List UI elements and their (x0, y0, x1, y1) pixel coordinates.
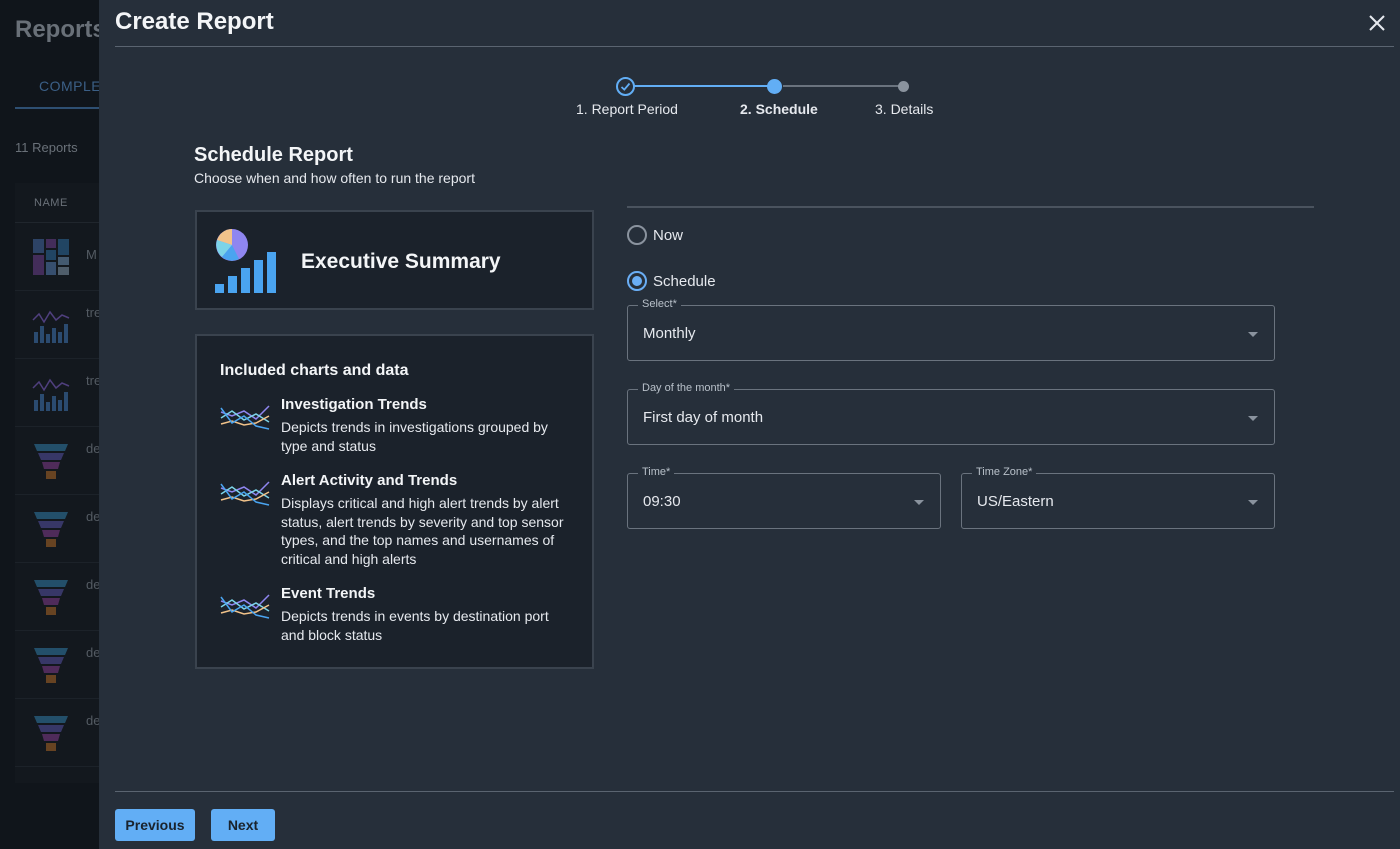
time-zone-select[interactable]: Time Zone* US/Eastern (961, 466, 1275, 529)
included-item-title: Alert Activity and Trends (281, 472, 458, 489)
time-label: Time* (638, 466, 675, 478)
included-charts-card: Included charts and data Investigation T… (195, 334, 594, 669)
frequency-select-label: Select* (638, 298, 681, 310)
form-divider (627, 206, 1314, 208)
modal-title: Create Report (115, 8, 274, 35)
time-zone-value: US/Eastern (977, 493, 1054, 510)
chevron-down-icon (914, 500, 924, 505)
day-of-month-select[interactable]: Day of the month* First day of month (627, 382, 1275, 445)
radio-now[interactable]: Now (627, 224, 683, 246)
step-label-report-period[interactable]: 1. Report Period (576, 101, 678, 117)
section-title: Schedule Report (194, 144, 353, 166)
step-connector-pending (783, 85, 904, 87)
included-item-title: Event Trends (281, 585, 376, 602)
next-button[interactable]: Next (211, 809, 275, 841)
included-item-description: Depicts trends in events by destination … (281, 608, 549, 643)
line-trend-icon (220, 481, 270, 506)
step-label-details[interactable]: 3. Details (875, 101, 933, 117)
step-2-active-dot[interactable] (767, 79, 782, 94)
radio-schedule-control[interactable] (627, 271, 647, 291)
executive-summary-icon (215, 229, 276, 293)
day-of-month-label: Day of the month* (638, 382, 735, 394)
time-value: 09:30 (643, 493, 681, 510)
step-1-check-icon[interactable] (616, 77, 635, 96)
chevron-down-icon (1248, 500, 1258, 505)
chevron-down-icon (1248, 416, 1258, 421)
included-item-description: Depicts trends in investigations grouped… (281, 419, 548, 454)
included-item-description: Displays critical and high alert trends … (281, 495, 564, 567)
radio-now-control[interactable] (627, 225, 647, 245)
day-of-month-value: First day of month (643, 409, 764, 426)
line-trend-icon (220, 405, 270, 430)
footer-divider (115, 791, 1394, 792)
create-report-modal: Create Report 1. Report Period 2. Schedu… (99, 0, 1400, 849)
report-type-title: Executive Summary (301, 250, 501, 273)
included-item-title: Investigation Trends (281, 396, 427, 413)
radio-now-label: Now (653, 226, 684, 244)
time-select[interactable]: Time* 09:30 (627, 466, 941, 529)
frequency-select-value: Monthly (643, 325, 696, 342)
radio-schedule-label: Schedule (653, 272, 716, 290)
section-subtitle: Choose when and how often to run the rep… (194, 170, 475, 186)
time-zone-label: Time Zone* (972, 466, 1037, 478)
step-connector-done (634, 85, 775, 87)
report-type-card: Executive Summary (195, 210, 594, 310)
chevron-down-icon (1248, 332, 1258, 337)
previous-button[interactable]: Previous (115, 809, 195, 841)
included-heading: Included charts and data (220, 362, 409, 379)
close-icon (1369, 15, 1385, 31)
step-3-dot[interactable] (898, 81, 909, 92)
header-divider (115, 46, 1394, 47)
radio-schedule[interactable]: Schedule (627, 270, 716, 292)
close-button[interactable] (1365, 11, 1389, 35)
step-label-schedule[interactable]: 2. Schedule (740, 101, 818, 117)
line-trend-icon (220, 594, 270, 619)
frequency-select[interactable]: Select* Monthly (627, 298, 1275, 361)
